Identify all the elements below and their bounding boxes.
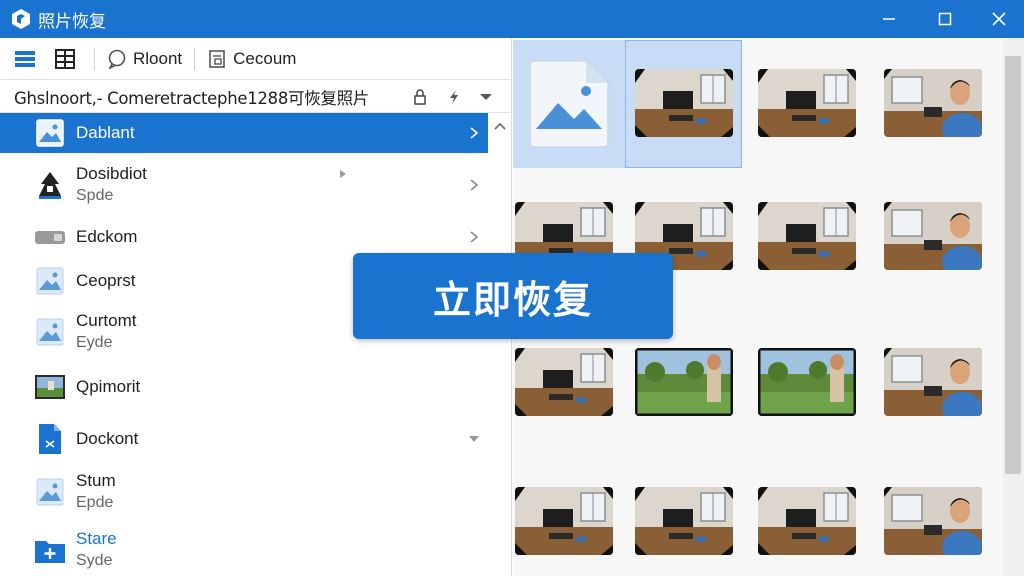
lock-icon[interactable]: [410, 87, 430, 107]
sidebar-item-label: Curtomt: [76, 311, 137, 330]
scroll-up-icon[interactable]: [488, 117, 512, 137]
photo-thumbnail[interactable]: [884, 487, 982, 555]
recover-now-button[interactable]: 立即恢复: [353, 253, 673, 339]
sidebar-item-label: Qpimorit: [76, 377, 141, 396]
document-icon: [34, 423, 66, 455]
sidebar-item-dablant[interactable]: Dablant: [0, 113, 488, 153]
sidebar-scrollbar[interactable]: [488, 113, 512, 576]
chat-bubble-icon: [108, 49, 126, 69]
sidebar-item-label: Edckom: [76, 227, 138, 246]
chevron-right-icon: [470, 231, 479, 243]
sidebar-item-qpimorit[interactable]: Qpimorit: [0, 367, 488, 407]
minimize-icon: [883, 18, 895, 20]
sidebar-item-label: Dosibdiot: [76, 164, 147, 183]
maximize-button[interactable]: [918, 0, 972, 38]
photo-thumbnail[interactable]: [758, 69, 856, 137]
sidebar-item-stum[interactable]: Stum Epde: [0, 466, 488, 518]
list-view-icon: [15, 50, 35, 67]
sidebar-item-label: Dablant: [76, 123, 135, 142]
toolbar: Rloont Cecoum: [0, 38, 512, 80]
photo-thumbnail[interactable]: [884, 202, 982, 270]
sidebar-item-dosibdiot[interactable]: Dosibdiot Spde: [0, 159, 488, 211]
toolbar-separator: [94, 47, 95, 70]
list-view-button[interactable]: [0, 38, 48, 80]
recent-button[interactable]: Rloont: [101, 38, 188, 80]
app-icon: [34, 169, 66, 201]
sidebar-item-label: Dockont: [76, 429, 139, 448]
title-bar: 照片恢复: [0, 0, 1024, 38]
document-label: Cecoum: [233, 48, 297, 68]
close-button[interactable]: [972, 0, 1024, 38]
sidebar-item-dockont[interactable]: Dockont: [0, 417, 488, 461]
chevron-right-icon: [470, 127, 479, 139]
recent-label: Rloont: [133, 48, 183, 68]
photo-thumbnail[interactable]: [635, 487, 733, 555]
dropdown-icon[interactable]: [476, 87, 496, 107]
minimize-button[interactable]: [862, 0, 916, 38]
photo-thumbnail[interactable]: [758, 202, 856, 270]
gallery-scrollbar[interactable]: [1003, 38, 1024, 576]
maximize-icon: [938, 12, 952, 26]
toolbar-separator: [194, 47, 196, 70]
image-file-icon: [34, 316, 66, 348]
chevron-right-small-icon: [340, 170, 346, 178]
photo-thumbnail[interactable]: [635, 69, 733, 137]
image-file-icon: [34, 117, 66, 149]
photo-thumbnail[interactable]: [758, 348, 856, 416]
photo-thumbnail[interactable]: [515, 487, 613, 555]
drive-icon: [34, 221, 66, 253]
sidebar-item-stare[interactable]: Stare Syde: [0, 524, 488, 576]
sidebar-list: Dablant Dosibdiot Spde Edckom Ceoprst Cu…: [0, 113, 512, 576]
sidebar-item-label: Stum: [76, 471, 116, 490]
chevron-down-icon[interactable]: [468, 433, 480, 445]
photo-thumbnail[interactable]: [758, 487, 856, 555]
app-logo-icon: [12, 9, 30, 29]
photo-thumbnail[interactable]: [515, 348, 613, 416]
photo-thumbnail[interactable]: [884, 69, 982, 137]
chevron-right-icon: [470, 179, 479, 191]
sidebar-item-label: Ceoprst: [76, 271, 136, 290]
sidebar-item-subtitle: Epde: [76, 494, 114, 511]
grid-view-button[interactable]: [48, 38, 88, 80]
sidebar-item-subtitle: Eyde: [76, 334, 113, 351]
placeholder-image-icon[interactable]: [513, 40, 625, 168]
photo-thumbnail[interactable]: [635, 348, 733, 416]
image-file-icon: [34, 476, 66, 508]
photo-thumbnail[interactable]: [884, 348, 982, 416]
window-title: 照片恢复: [38, 11, 106, 32]
sidebar-item-subtitle: Syde: [76, 552, 113, 569]
flash-icon[interactable]: [444, 87, 464, 107]
grid-icon: [55, 48, 75, 69]
add-folder-icon: [34, 534, 66, 566]
photo-thumbnail-icon: [34, 371, 66, 403]
sidebar-item-subtitle: Spde: [76, 187, 114, 204]
current-path: Ghslnoort,- Comeretractephe1288可恢复照片: [14, 88, 370, 108]
sidebar-item-label: Stare: [76, 529, 117, 548]
document-button[interactable]: Cecoum: [201, 38, 302, 80]
sidebar-item-edckom[interactable]: Edckom: [0, 217, 488, 257]
path-bar[interactable]: Ghslnoort,- Comeretractephe1288可恢复照片: [0, 81, 512, 113]
image-file-icon: [34, 265, 66, 297]
gallery-scrollbar-thumb[interactable]: [1005, 56, 1021, 474]
close-icon: [992, 12, 1006, 26]
document-scan-icon: [209, 49, 225, 68]
